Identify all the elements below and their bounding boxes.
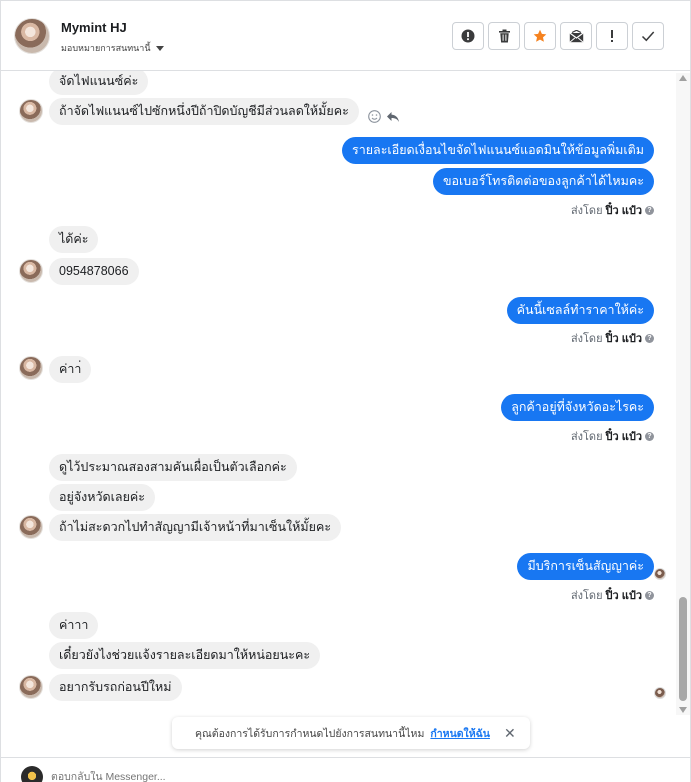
scroll-down-arrow-icon[interactable] [679, 707, 687, 713]
message-row: มีบริการเซ็นสัญญาค่ะ [517, 553, 654, 580]
outgoing-message[interactable]: ลูกค้าอยู่ที่จังหวัดอะไรคะ [501, 394, 654, 421]
help-icon[interactable]: ? [645, 333, 654, 343]
message-row: 0954878066 [49, 258, 139, 285]
assign-banner-text: คุณต้องการได้รับการกำหนดไปยังการสนทนานี้… [195, 727, 425, 740]
scrollbar-thumb[interactable] [679, 597, 687, 701]
outgoing-message[interactable]: รายละเอียดเงื่อนไขจัดไฟแนนซ์แอดมินให้ข้อ… [342, 137, 654, 164]
assign-label: มอบหมายการสนทนานี้ [61, 43, 151, 53]
message-row: ได้ค่ะ [49, 226, 99, 253]
sent-by-label: ส่งโดย ปิ๋ว แป๋ว ? [571, 427, 654, 445]
message-row: อยู่จังหวัดเลยค่ะ [49, 484, 155, 511]
message-row: อยากรับรถก่อนปีใหม่ [49, 674, 182, 701]
alert-circle-icon [461, 29, 475, 43]
conversation-header: Mymint HJ มอบหมายการสนทนานี้ [1, 1, 690, 71]
sent-by-label: ส่งโดย ปิ๋ว แป๋ว ? [571, 329, 654, 347]
incoming-message[interactable]: ถ้าไม่สะดวกไปทำสัญญามีเจ้าหน้าที่มาเซ็นใ… [49, 514, 342, 541]
sent-by-prefix: ส่งโดย [570, 431, 603, 443]
message-row: ค่าาา [49, 612, 99, 639]
incoming-message[interactable]: เดี๋ยวยังไงช่วยแจ้งรายละเอียดมาให้หน่อยน… [49, 642, 321, 669]
incoming-message[interactable]: อยากรับรถก่อนปีใหม่ [49, 674, 182, 701]
incoming-message[interactable]: จัดไฟแนนซ์ค่ะ [49, 71, 149, 95]
caret-down-icon [155, 45, 164, 51]
sent-by-prefix: ส่งโดย [570, 590, 603, 602]
incoming-message[interactable]: ค่าา่ [49, 356, 92, 383]
delete-button[interactable] [488, 22, 520, 50]
assign-banner: คุณต้องการได้รับการกำหนดไปยังการสนทนานี้… [172, 717, 530, 749]
sent-by-agent: ปิ๋ว แป๋ว [605, 205, 642, 217]
sent-by-agent: ปิ๋ว แป๋ว [605, 590, 642, 602]
reply-input[interactable] [51, 771, 451, 782]
star-icon [533, 29, 547, 42]
message-row: คันนี้เซลล์ทำราคาให้ค่ะ [506, 297, 654, 324]
message-row: ค่าา่ [49, 356, 92, 383]
contact-avatar-small [19, 515, 43, 539]
outgoing-message[interactable]: ขอเบอร์โทรติดต่อของลูกค้าได้ไหมคะ [432, 168, 654, 195]
sent-by-prefix: ส่งโดย [570, 333, 603, 345]
mark-important-button[interactable] [596, 22, 628, 50]
message-row: ขอเบอร์โทรติดต่อของลูกค้าได้ไหมคะ [432, 168, 654, 195]
outgoing-message[interactable]: มีบริการเซ็นสัญญาค่ะ [517, 553, 654, 580]
incoming-message[interactable]: ค่าาา [49, 612, 99, 639]
thread-scrollbar[interactable] [676, 73, 690, 715]
close-icon[interactable]: ✕ [504, 725, 516, 742]
message-row: จัดไฟแนนซ์ค่ะ [49, 71, 149, 95]
message-row: ดูไว้ประมาณสองสามคันเผื่อเป็นตัวเลือกค่ะ [49, 454, 297, 481]
star-button[interactable] [524, 22, 556, 50]
sent-by-agent: ปิ๋ว แป๋ว [605, 431, 642, 443]
outgoing-message[interactable]: คันนี้เซลล์ทำราคาให้ค่ะ [506, 297, 654, 324]
envelope-icon [568, 29, 584, 43]
incoming-message[interactable]: 0954878066 [49, 258, 139, 285]
checkmark-icon [641, 31, 655, 42]
reply-icon[interactable] [386, 111, 400, 123]
help-icon[interactable]: ? [645, 431, 654, 441]
spam-button[interactable] [452, 22, 484, 50]
page-avatar [21, 766, 43, 782]
help-icon[interactable]: ? [645, 590, 654, 600]
conversation-panel: Mymint HJ มอบหมายการสนทนานี้ จัดไฟแนนซ์ค… [0, 0, 691, 782]
message-row: ถ้าไม่สะดวกไปทำสัญญามีเจ้าหน้าที่มาเซ็นใ… [49, 514, 342, 541]
assign-conversation-dropdown[interactable]: มอบหมายการสนทนานี้ [61, 41, 164, 55]
incoming-message[interactable]: อยู่จังหวัดเลยค่ะ [49, 484, 155, 511]
header-actions [452, 22, 664, 50]
incoming-message[interactable]: ถ้าจัดไฟแนนซ์ไปซักหนึ่งปีถ้าปิดบัญชีมีส่… [49, 98, 359, 125]
contact-avatar-small [19, 259, 43, 283]
mark-unread-button[interactable] [560, 22, 592, 50]
scroll-up-arrow-icon[interactable] [679, 75, 687, 81]
message-actions [367, 110, 400, 123]
message-thread[interactable]: จัดไฟแนนซ์ค่ะ ถ้าจัดไฟแนนซ์ไปซักหนึ่งปีถ… [1, 71, 675, 711]
sent-by-agent: ปิ๋ว แป๋ว [605, 333, 642, 345]
contact-avatar-small [19, 675, 43, 699]
contact-avatar-small [19, 99, 43, 123]
emoji-icon[interactable] [367, 110, 381, 123]
sent-by-label: ส่งโดย ปิ๋ว แป๋ว ? [571, 586, 654, 604]
message-row: รายละเอียดเงื่อนไขจัดไฟแนนซ์แอดมินให้ข้อ… [342, 137, 654, 164]
help-icon[interactable]: ? [645, 205, 654, 215]
message-row: เดี๋ยวยังไงช่วยแจ้งรายละเอียดมาให้หน่อยน… [49, 642, 321, 669]
sent-by-label: ส่งโดย ปิ๋ว แป๋ว ? [571, 201, 654, 219]
seen-receipt-avatar [654, 568, 666, 580]
exclamation-icon [611, 30, 613, 42]
reply-composer [1, 757, 690, 782]
incoming-message[interactable]: ได้ค่ะ [49, 226, 99, 253]
incoming-message[interactable]: ดูไว้ประมาณสองสามคันเผื่อเป็นตัวเลือกค่ะ [49, 454, 297, 481]
message-row: ถ้าจัดไฟแนนซ์ไปซักหนึ่งปีถ้าปิดบัญชีมีส่… [49, 98, 400, 125]
seen-receipt-avatar [654, 687, 666, 699]
contact-avatar[interactable] [14, 18, 50, 54]
assign-to-me-link[interactable]: กำหนดให้ฉัน [430, 725, 490, 742]
contact-name[interactable]: Mymint HJ [61, 20, 127, 35]
sent-by-prefix: ส่งโดย [570, 205, 603, 217]
message-row: ลูกค้าอยู่ที่จังหวัดอะไรคะ [501, 394, 654, 421]
mark-done-button[interactable] [632, 22, 664, 50]
trash-icon [498, 29, 510, 43]
contact-avatar-small [19, 356, 43, 380]
